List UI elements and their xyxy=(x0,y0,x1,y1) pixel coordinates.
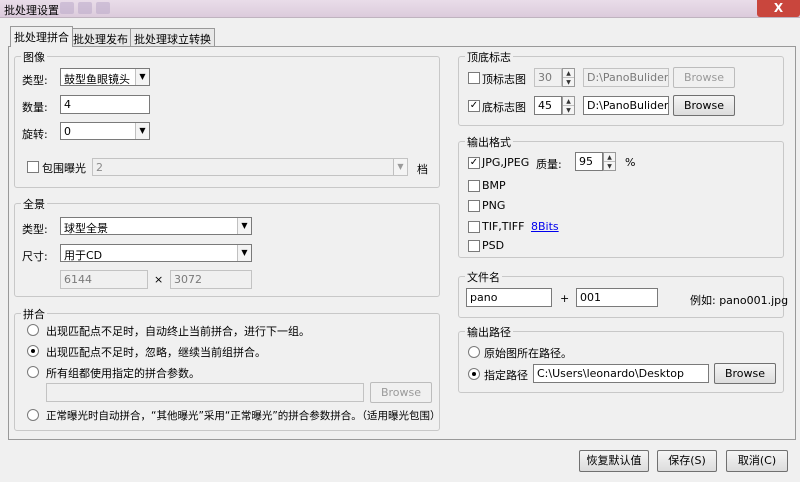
pano-height-input[interactable]: 3072 xyxy=(170,270,252,289)
image-rotate-label: 旋转: xyxy=(22,128,48,141)
bits-link[interactable]: 8Bits xyxy=(531,220,559,233)
filename-legend: 文件名 xyxy=(465,269,502,285)
spin-up-icon: ▲ xyxy=(563,69,574,78)
tab-batch-publish[interactable]: 批处理发布 xyxy=(69,28,132,46)
top-logo-browse-button[interactable]: Browse xyxy=(673,67,735,88)
top-logo-path-input[interactable]: D:\PanoBulider10 xyxy=(583,68,669,87)
bmp-checkbox[interactable] xyxy=(468,180,480,192)
tif-label: TIF,TIFF xyxy=(482,220,525,233)
image-count-label: 数量: xyxy=(22,101,48,114)
stitch-option1-radio[interactable] xyxy=(27,324,39,336)
tif-checkbox[interactable] xyxy=(468,221,480,233)
filename-prefix-input[interactable]: pano xyxy=(466,288,552,307)
stitch-option3-radio[interactable] xyxy=(27,366,39,378)
filename-example: 例如: pano001.jpg xyxy=(690,294,789,307)
spin-up-icon: ▲ xyxy=(563,97,574,106)
quality-spinner[interactable]: ▲ ▼ xyxy=(603,152,616,171)
tab-batch-sphere-convert[interactable]: 批处理球立转换 xyxy=(130,28,215,46)
stitch-browse-button[interactable]: Browse xyxy=(370,382,432,403)
filename-number-input[interactable]: 001 xyxy=(576,288,658,307)
stitch-option4-label: 正常曝光时自动拼合，“其他曝光”采用“正常曝光”的拼合参数拼合。（适用曝光包围） xyxy=(46,410,441,422)
top-logo-label: 顶标志图 xyxy=(482,73,526,86)
chevron-down-icon: ▼ xyxy=(135,123,149,139)
stitch-option3-label: 所有组都使用指定的拼合参数。 xyxy=(46,367,200,380)
bottom-logo-browse-button[interactable]: Browse xyxy=(673,95,735,116)
save-button[interactable]: 保存(S) xyxy=(657,450,717,472)
spin-down-icon: ▼ xyxy=(566,79,571,86)
spin-down-icon: ▼ xyxy=(607,163,612,170)
image-rotate-value: 0 xyxy=(64,125,71,138)
pano-width-input[interactable]: 6144 xyxy=(60,270,148,289)
spin-up-icon: ▲ xyxy=(604,153,615,162)
image-type-select[interactable]: 鼓型鱼眼镜头 ▼ xyxy=(60,68,150,86)
psd-label: PSD xyxy=(482,239,505,252)
stitch-group-legend: 拼合 xyxy=(21,306,47,322)
bottom-logo-label: 底标志图 xyxy=(482,101,526,114)
psd-checkbox[interactable] xyxy=(468,240,480,252)
pano-size-select[interactable]: 用于CD ▼ xyxy=(60,244,252,262)
stitch-option1-label: 出现匹配点不足时，自动终止当前拼合，进行下一组。 xyxy=(46,325,310,338)
bottom-logo-spinner[interactable]: ▲ ▼ xyxy=(562,96,575,115)
logo-group: 顶底标志 xyxy=(458,49,784,126)
pano-type-label: 类型: xyxy=(22,223,48,236)
pano-type-select[interactable]: 球型全景 ▼ xyxy=(60,217,252,235)
stitch-params-path-input[interactable] xyxy=(46,383,364,402)
jpg-label: JPG,JPEG xyxy=(482,156,530,169)
pano-type-value: 球型全景 xyxy=(64,222,108,235)
chevron-down-icon: ▼ xyxy=(237,218,251,234)
bracket-select[interactable]: 2 ▼ xyxy=(92,158,408,176)
stitch-option4-radio[interactable] xyxy=(27,409,39,421)
title-toolbar-icons xyxy=(60,2,120,15)
top-logo-size-input[interactable]: 30 xyxy=(534,68,562,87)
chevron-down-icon: ▼ xyxy=(135,69,149,85)
pano-group-legend: 全景 xyxy=(21,196,47,212)
specified-path-label: 指定路径 xyxy=(484,369,528,382)
cancel-button[interactable]: 取消(C) xyxy=(726,450,788,472)
bracket-value: 2 xyxy=(96,161,103,174)
chevron-down-icon: ▼ xyxy=(237,245,251,261)
output-path-input[interactable]: C:\Users\leonardo\Desktop xyxy=(533,364,709,383)
image-type-label: 类型: xyxy=(22,74,48,87)
original-path-radio[interactable] xyxy=(468,346,480,358)
bracket-label: 包围曝光 xyxy=(42,162,86,175)
quality-input[interactable]: 95 xyxy=(575,152,603,171)
logo-group-legend: 顶底标志 xyxy=(465,49,513,65)
bmp-label: BMP xyxy=(482,179,506,192)
top-logo-spinner[interactable]: ▲ ▼ xyxy=(562,68,575,87)
spin-down-icon: ▼ xyxy=(566,107,571,114)
image-count-input[interactable]: 4 xyxy=(60,95,150,114)
png-label: PNG xyxy=(482,199,506,212)
output-format-legend: 输出格式 xyxy=(465,134,513,150)
image-rotate-select[interactable]: 0 ▼ xyxy=(60,122,150,140)
output-path-browse-button[interactable]: Browse xyxy=(714,363,776,384)
image-group-legend: 图像 xyxy=(21,49,47,65)
jpg-checkbox[interactable]: ✓ xyxy=(468,157,480,169)
image-type-value: 鼓型鱼眼镜头 xyxy=(64,73,130,86)
bottom-logo-size-input[interactable]: 45 xyxy=(534,96,562,115)
bottom-logo-checkbox[interactable]: ✓ xyxy=(468,100,480,112)
plus-sign: + xyxy=(560,292,570,305)
bottom-logo-path-input[interactable]: D:\PanoBulider10 xyxy=(583,96,669,115)
window-title: 批处理设置 xyxy=(4,4,59,17)
restore-defaults-button[interactable]: 恢复默认值 xyxy=(579,450,649,472)
tab-batch-stitch[interactable]: 批处理拼合 xyxy=(10,26,73,47)
quality-label: 质量: xyxy=(536,158,562,171)
stitch-option2-label: 出现匹配点不足时，忽略，继续当前组拼合。 xyxy=(46,346,266,359)
bracket-unit: 档 xyxy=(417,163,428,176)
title-bar: 批处理设置 X xyxy=(0,0,800,18)
png-checkbox[interactable] xyxy=(468,200,480,212)
output-path-legend: 输出路径 xyxy=(465,324,513,340)
chevron-down-icon: ▼ xyxy=(393,159,407,175)
specified-path-radio[interactable] xyxy=(468,368,480,380)
top-logo-checkbox[interactable] xyxy=(468,72,480,84)
pano-size-value: 用于CD xyxy=(64,249,103,262)
bracket-checkbox[interactable] xyxy=(27,161,39,173)
original-path-label: 原始图所在路径。 xyxy=(484,347,572,360)
pano-size-label: 尺寸: xyxy=(22,250,48,263)
close-button[interactable]: X xyxy=(757,0,800,17)
percent-sign: % xyxy=(625,156,636,169)
stitch-option2-radio[interactable] xyxy=(27,345,39,357)
times-sign: × xyxy=(154,273,164,286)
